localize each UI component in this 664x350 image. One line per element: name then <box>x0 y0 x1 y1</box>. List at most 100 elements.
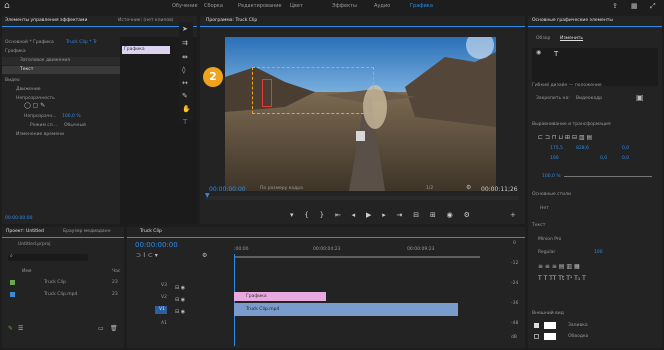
ellipse-mask-icon[interactable]: ◯ ▢ ✎ <box>24 103 45 109</box>
text-align-icons[interactable]: ≡ ≡ ≡ ▤ ▥ ▦ <box>538 264 580 270</box>
project-item-2[interactable]: Truck Clip.mp4 <box>44 292 77 297</box>
graphics-clip[interactable]: Графика <box>234 292 326 301</box>
settings-icon[interactable]: ⚙ <box>464 211 470 221</box>
scale-value[interactable]: 100 <box>550 156 559 161</box>
opacity-value[interactable]: 100,0 % <box>62 114 81 119</box>
project-search[interactable]: ⌕ <box>8 254 88 261</box>
pos-x[interactable]: 175,5 <box>550 146 563 151</box>
export-icon[interactable]: ⇪ <box>612 3 618 10</box>
step-forward-icon[interactable]: ▸ <box>382 211 386 221</box>
program-title[interactable]: Программа: Truck Clip <box>206 18 257 23</box>
pin-value[interactable]: Видеокадр <box>576 96 602 101</box>
wrench-icon[interactable]: ⚙ <box>466 185 471 191</box>
font-size-value[interactable]: 100 <box>594 250 603 255</box>
anchor-x[interactable]: 0,0 <box>622 146 629 151</box>
essential-graphics-title[interactable]: Основные графические элементы <box>532 18 613 23</box>
tab-edit[interactable]: Изменить <box>560 36 583 41</box>
text-anchor-box[interactable] <box>262 79 272 107</box>
type-tool-icon[interactable]: T <box>183 119 187 126</box>
opacity-value[interactable]: 100,0 % <box>542 174 561 179</box>
list-view-icon[interactable]: ☰ <box>18 326 23 332</box>
tab-audio[interactable]: Аудио <box>374 3 390 9</box>
play-icon[interactable]: ▶ <box>366 211 371 221</box>
project-tab[interactable]: Проект: Untitled <box>6 229 44 234</box>
layer-visibility-icon[interactable]: ◉ <box>536 50 541 56</box>
timeline-wrench-icon[interactable]: ⚙ <box>202 253 207 259</box>
pen-tool-icon[interactable]: ✎ <box>182 93 188 100</box>
razor-tool-icon[interactable]: ◊ <box>182 67 185 74</box>
track-v1[interactable]: V1 <box>159 307 165 312</box>
video-frame[interactable] <box>225 37 496 191</box>
slip-tool-icon[interactable]: ↔ <box>182 80 188 87</box>
track-v2[interactable]: V2 <box>161 295 167 300</box>
grid-icon[interactable]: ▦ <box>631 3 638 10</box>
font-dropdown[interactable]: Minion Pro <box>538 237 561 242</box>
motion-effect[interactable]: Движение <box>16 87 41 92</box>
track-a1[interactable]: A1 <box>161 321 167 326</box>
text-format-icons[interactable]: T T TT Tt T¹ T₁ T <box>538 276 586 282</box>
extract-icon[interactable]: ⊞ <box>430 211 436 221</box>
effect-timecode[interactable]: 00:00:00:00 <box>5 216 32 221</box>
home-icon[interactable]: ⌂ <box>4 2 10 11</box>
layer-text[interactable]: T <box>554 50 558 58</box>
pencil-icon[interactable]: ✎ <box>8 326 13 332</box>
fill-checkbox[interactable] <box>534 323 539 328</box>
fit-dropdown[interactable]: По размеру кадра <box>260 186 303 191</box>
opacity-effect[interactable]: Непрозрачность <box>16 96 55 101</box>
tab-effects[interactable]: Эффекты <box>332 3 357 9</box>
tab-browse[interactable]: Обзор <box>536 36 550 41</box>
rotation-value[interactable]: 0,0 <box>600 156 607 161</box>
step-back-icon[interactable]: ◂ <box>352 211 356 221</box>
source-tab[interactable]: Источник: (нет клипов) <box>118 18 174 23</box>
anchor-y[interactable]: 0,0 <box>622 156 629 161</box>
export-frame-icon[interactable]: ◉ <box>447 211 453 221</box>
text-layer[interactable]: Текст <box>20 67 33 72</box>
track-eye-icons[interactable]: ⊟ ◉ ⊟ ◉ ⊟ ◉ <box>175 282 185 318</box>
track-v3[interactable]: V3 <box>161 283 167 288</box>
tab-color[interactable]: Цвет <box>290 3 303 9</box>
project-item-1[interactable]: Truck Clip <box>44 280 66 285</box>
effect-controls-tab[interactable]: Элементы управления эффектами <box>5 18 87 23</box>
add-marker-icon[interactable]: ▾ <box>290 211 294 221</box>
opacity-slider[interactable] <box>564 176 652 177</box>
track-select-tool-icon[interactable]: ⇉ <box>182 40 188 47</box>
blend-mode-value[interactable]: Обычный <box>64 123 86 128</box>
clip-label[interactable]: Truck Clip * Tr <box>66 40 97 45</box>
pin-grid-icon[interactable]: ▣ <box>636 94 644 102</box>
new-item-icon[interactable]: ▭ <box>98 326 104 332</box>
stroke-checkbox[interactable] <box>534 334 539 339</box>
ripple-tool-icon[interactable]: ⇹ <box>182 54 188 61</box>
program-timecode[interactable]: 00:00:00:00 <box>209 186 246 193</box>
col-name[interactable]: Имя <box>22 269 31 274</box>
shape-layer[interactable]: Заголовок движения <box>20 58 70 63</box>
maximize-icon[interactable]: ⤢ <box>650 3 656 10</box>
tab-learning[interactable]: Обучение <box>172 3 198 9</box>
stroke-swatch[interactable] <box>544 333 556 340</box>
tab-graphics[interactable]: Графика <box>410 3 433 9</box>
add-button-icon[interactable]: + <box>510 212 516 219</box>
media-browser-tab[interactable]: Браузер медиаданн <box>63 229 111 234</box>
lift-icon[interactable]: ⊟ <box>413 211 419 221</box>
go-to-in-icon[interactable]: ⇤ <box>335 211 341 221</box>
go-to-out-icon[interactable]: ⇥ <box>397 211 403 221</box>
work-area-bar[interactable] <box>234 256 480 258</box>
align-icons[interactable]: ⊏ ⊐ ⊓ ⊔ ⊞ ⊟ ▥ ▤ <box>538 135 592 141</box>
fill-swatch[interactable] <box>544 322 556 329</box>
time-remap[interactable]: Изменение времени <box>16 132 64 137</box>
timeline-timecode[interactable]: 00:00:00:00 <box>135 241 178 249</box>
style-dropdown[interactable]: Нет <box>540 206 549 211</box>
resolution-dropdown[interactable]: 1/2 <box>426 186 433 191</box>
playhead-bar[interactable] <box>206 196 519 200</box>
mark-out-icon[interactable]: } <box>320 211 324 221</box>
playhead-marker[interactable]: ▼ <box>205 193 210 199</box>
timeline-tab[interactable]: Truck Clip <box>140 229 162 234</box>
tab-editing[interactable]: Редактирование <box>238 3 282 9</box>
snap-icon[interactable]: ⊃ ⌇ ⊂ ▾ <box>136 253 158 259</box>
trash-icon[interactable]: 🗑 <box>110 326 118 332</box>
tab-assembly[interactable]: Сборка <box>204 3 223 9</box>
font-style-dropdown[interactable]: Regular <box>538 250 555 255</box>
selection-tool-icon[interactable]: ➤ <box>182 26 188 33</box>
hand-tool-icon[interactable]: ✋ <box>182 106 191 113</box>
pos-y[interactable]: 828,6 <box>576 146 589 151</box>
col-rate[interactable]: Час <box>112 269 120 274</box>
